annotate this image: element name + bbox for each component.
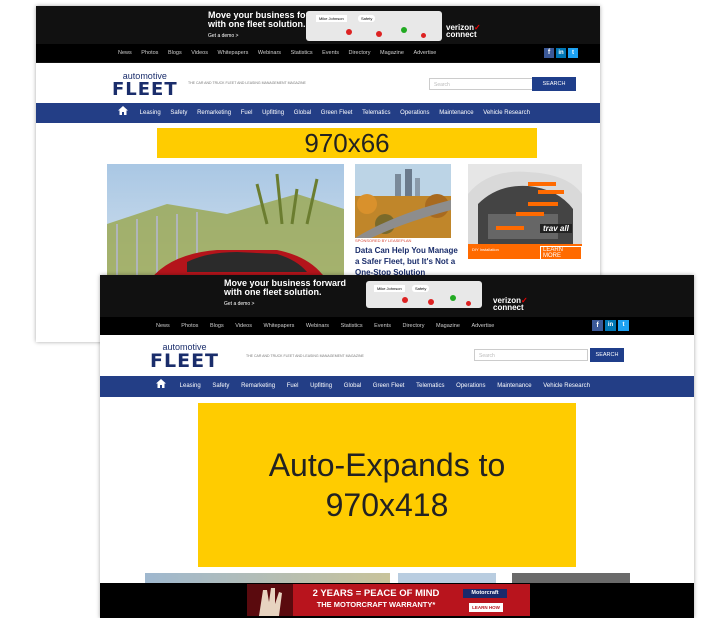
top-banner-ad[interactable]: Move your business forward with one fleet… (100, 275, 694, 317)
hero-image[interactable] (145, 573, 390, 583)
nav-whitepapers[interactable]: Whitepapers (218, 44, 249, 62)
travall-logo: trav all (540, 224, 572, 233)
search-input[interactable]: Search (474, 349, 588, 361)
nav-advertise[interactable]: Advertise (413, 44, 436, 62)
top-nav: News Photos Blogs Videos Whitepapers Web… (36, 44, 600, 62)
nav-photos[interactable]: Photos (181, 317, 198, 335)
ad-placeholder-970x418[interactable]: Auto-Expands to 970x418 (198, 403, 576, 567)
side-ad-learn-more[interactable]: LEARN MORE (540, 246, 582, 259)
menu-fuel[interactable]: Fuel (287, 376, 299, 397)
ad-phone-image: Mike Johnson Safety (366, 281, 482, 308)
menu-remarketing[interactable]: Remarketing (197, 103, 231, 123)
verizon-logo: verizon✓ connect (493, 296, 528, 313)
menu-global[interactable]: Global (344, 376, 361, 397)
bottom-sticky-ad-bar: 2 YEARS = PEACE OF MIND THE MOTORCRAFT W… (100, 583, 694, 618)
facebook-icon[interactable]: f (592, 320, 603, 331)
motorcraft-ad[interactable]: 2 YEARS = PEACE OF MIND THE MOTORCRAFT W… (247, 584, 530, 616)
nav-directory[interactable]: Directory (349, 44, 371, 62)
site-tagline: THE CAR AND TRUCK FLEET AND LEASING MANA… (188, 81, 306, 85)
nav-videos[interactable]: Videos (235, 317, 252, 335)
menu-maintenance[interactable]: Maintenance (497, 376, 531, 397)
menu-operations[interactable]: Operations (400, 103, 429, 123)
nav-statistics[interactable]: Statistics (341, 317, 363, 335)
menu-green-fleet[interactable]: Green Fleet (373, 376, 405, 397)
menu-maintenance[interactable]: Maintenance (439, 103, 473, 123)
menu-leasing[interactable]: Leasing (180, 376, 201, 397)
article-thumbnail[interactable] (398, 573, 496, 583)
site-logo[interactable]: automotive FLEET (112, 72, 178, 99)
sponsor-label: SPONSORED BY LEASEPLAN (355, 238, 412, 243)
motorcraft-logo: Motorcraft (463, 589, 507, 598)
menu-vehicle-research[interactable]: Vehicle Research (483, 103, 530, 123)
nav-magazine[interactable]: Magazine (436, 317, 460, 335)
side-ad[interactable] (512, 573, 630, 583)
ad-placeholder-970x66[interactable]: 970x66 (157, 128, 537, 158)
nav-photos[interactable]: Photos (141, 44, 158, 62)
learn-how-button[interactable]: LEARN HOW (469, 603, 503, 612)
menu-green-fleet[interactable]: Green Fleet (321, 103, 353, 123)
search-button[interactable]: SEARCH (590, 348, 624, 362)
social-links: f in t (544, 48, 578, 58)
article-teaser[interactable]: SPONSORED BY LEASEPLAN Data Can Help You… (355, 238, 459, 278)
screenshot-expanded: Move your business forward with one fleet… (100, 275, 694, 618)
menu-safety[interactable]: Safety (212, 376, 229, 397)
nav-events[interactable]: Events (374, 317, 391, 335)
nav-news[interactable]: News (118, 44, 132, 62)
menu-safety[interactable]: Safety (170, 103, 187, 123)
side-ad[interactable]: trav all DIY Installation LEARN MORE (468, 164, 582, 259)
site-logo[interactable]: automotive FLEET (150, 343, 219, 371)
nav-blogs[interactable]: Blogs (168, 44, 182, 62)
nav-webinars[interactable]: Webinars (306, 317, 329, 335)
menu-vehicle-research[interactable]: Vehicle Research (543, 376, 590, 397)
main-menu: Leasing Safety Remarketing Fuel Upfittin… (100, 376, 694, 397)
nav-whitepapers[interactable]: Whitepapers (264, 317, 295, 335)
menu-upfitting[interactable]: Upfitting (310, 376, 332, 397)
nav-advertise[interactable]: Advertise (471, 317, 494, 335)
nav-webinars[interactable]: Webinars (258, 44, 281, 62)
nav-events[interactable]: Events (322, 44, 339, 62)
article-thumbnail[interactable] (355, 164, 451, 238)
ad-headline: Move your business forward with one fleet… (224, 278, 347, 307)
menu-remarketing[interactable]: Remarketing (241, 376, 275, 397)
ad-expanded-line-2: 970x418 (325, 487, 449, 523)
menu-operations[interactable]: Operations (456, 376, 485, 397)
menu-telematics[interactable]: Telematics (416, 376, 444, 397)
hands-icon (247, 584, 293, 616)
search-button[interactable]: SEARCH (532, 77, 576, 91)
menu-upfitting[interactable]: Upfitting (262, 103, 284, 123)
menu-fuel[interactable]: Fuel (241, 103, 253, 123)
home-icon[interactable] (156, 376, 168, 397)
site-tagline: THE CAR AND TRUCK FLEET AND LEASING MANA… (246, 354, 364, 358)
ad-phone-image: Mike Johnson Safety (306, 11, 442, 41)
nav-blogs[interactable]: Blogs (210, 317, 224, 335)
menu-telematics[interactable]: Telematics (362, 103, 390, 123)
facebook-icon[interactable]: f (544, 48, 554, 58)
linkedin-icon[interactable]: in (605, 320, 616, 331)
main-menu: Leasing Safety Remarketing Fuel Upfittin… (36, 103, 600, 123)
nav-videos[interactable]: Videos (191, 44, 208, 62)
nav-directory[interactable]: Directory (403, 317, 425, 335)
search-input[interactable]: Search (429, 78, 533, 90)
warranty-text: 2 YEARS = PEACE OF MIND THE MOTORCRAFT W… (312, 588, 440, 609)
twitter-icon[interactable]: t (568, 48, 578, 58)
nav-news[interactable]: News (156, 317, 170, 335)
twitter-icon[interactable]: t (618, 320, 629, 331)
menu-leasing[interactable]: Leasing (140, 103, 161, 123)
linkedin-icon[interactable]: in (556, 48, 566, 58)
nav-magazine[interactable]: Magazine (380, 44, 404, 62)
verizon-logo: verizon✓ connect (446, 23, 481, 40)
social-links: f in t (592, 320, 629, 331)
nav-statistics[interactable]: Statistics (291, 44, 313, 62)
article-title: Data Can Help You Manage a Safer Fleet, b… (355, 246, 458, 277)
ad-expanded-line-1: Auto-Expands to (268, 447, 506, 483)
ad-cta[interactable]: Get a demo > (224, 301, 346, 307)
home-icon[interactable] (118, 103, 130, 123)
menu-global[interactable]: Global (294, 103, 311, 123)
